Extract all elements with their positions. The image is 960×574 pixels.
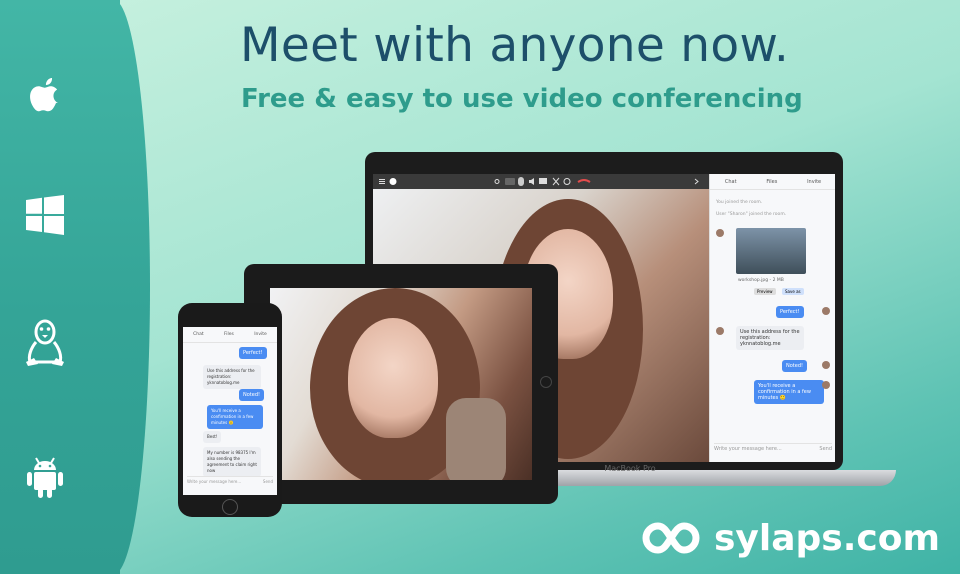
tablet-device <box>244 264 558 504</box>
brand-logo[interactable]: sylaps.com <box>642 515 940 561</box>
infinity-logo-icon <box>642 522 700 554</box>
linux-icon[interactable] <box>22 318 68 366</box>
home-button[interactable] <box>540 376 552 388</box>
system-message: User "Sharon" joined the room. <box>716 212 787 217</box>
tablet-video-feed <box>270 288 532 480</box>
avatar <box>822 381 830 389</box>
file-name: workshop.jpg - 2 MB <box>738 278 784 283</box>
chat-message: Noted! <box>782 360 808 372</box>
tab-chat[interactable]: Chat <box>193 332 204 337</box>
speaker-icon <box>529 178 534 185</box>
android-icon[interactable] <box>22 452 68 498</box>
laptop-label: MacBook Pro <box>604 464 656 473</box>
link-icon <box>494 179 500 184</box>
chat-message: Use this address for the registration: y… <box>203 365 261 389</box>
hand <box>446 398 506 480</box>
chat-message: Best! <box>203 431 222 443</box>
avatar <box>822 361 830 369</box>
tab-invite[interactable]: Invite <box>254 332 267 337</box>
menu-icon <box>379 179 385 184</box>
brand-domain: sylaps.com <box>714 517 940 559</box>
home-button[interactable] <box>222 499 238 515</box>
add-icon <box>389 178 397 185</box>
tab-files[interactable]: Files <box>224 332 234 337</box>
hero-headline: Meet with anyone now. <box>240 18 790 73</box>
chevron-right-icon <box>694 178 699 185</box>
windows-icon[interactable] <box>22 192 68 238</box>
settings-icon <box>563 178 571 185</box>
chat-message: You'll receive a confirmation in a few m… <box>207 405 263 429</box>
chat-input-placeholder: Write your message here... <box>714 446 782 452</box>
send-button[interactable]: Send <box>819 446 832 452</box>
tab-invite[interactable]: Invite <box>807 179 821 185</box>
chat-input[interactable]: Write your message here... Send <box>714 443 832 458</box>
chat-message: Noted! <box>239 389 265 401</box>
fullscreen-icon <box>552 177 560 186</box>
apple-icon[interactable] <box>22 70 68 116</box>
screen-share-icon <box>539 178 547 184</box>
mic-icon <box>518 177 524 186</box>
send-button[interactable]: Send <box>263 479 273 484</box>
laptop-chat-panel: Chat Files Invite You joined the room. U… <box>709 174 835 462</box>
shared-image[interactable] <box>736 228 806 274</box>
tab-chat[interactable]: Chat <box>725 179 737 185</box>
chat-message: Use this address for the registration: y… <box>736 326 804 350</box>
chat-input[interactable]: Write your message here... Send <box>187 476 273 491</box>
system-message: You joined the room. <box>716 200 763 205</box>
tab-files[interactable]: Files <box>766 179 777 185</box>
camera-icon <box>505 178 515 185</box>
chat-message: My number is 98375 I'm also sending the … <box>203 447 261 477</box>
chat-input-placeholder: Write your message here... <box>187 479 242 484</box>
phone-device: Chat Files Invite Perfect! Use this addr… <box>178 303 282 517</box>
chat-message: Perfect! <box>776 306 804 318</box>
chat-message: Perfect! <box>239 347 267 359</box>
avatar <box>716 327 724 335</box>
save-as-button[interactable]: Save as <box>782 288 804 295</box>
avatar <box>822 307 830 315</box>
avatar <box>716 229 724 237</box>
phone-chat-panel: Chat Files Invite Perfect! Use this addr… <box>183 327 277 495</box>
call-toolbar <box>373 174 709 189</box>
hero-subheadline: Free & easy to use video conferencing <box>241 84 803 114</box>
preview-button[interactable]: Preview <box>754 288 776 295</box>
chat-message: You'll receive a confirmation in a few m… <box>754 380 824 404</box>
hangup-icon <box>577 179 591 183</box>
